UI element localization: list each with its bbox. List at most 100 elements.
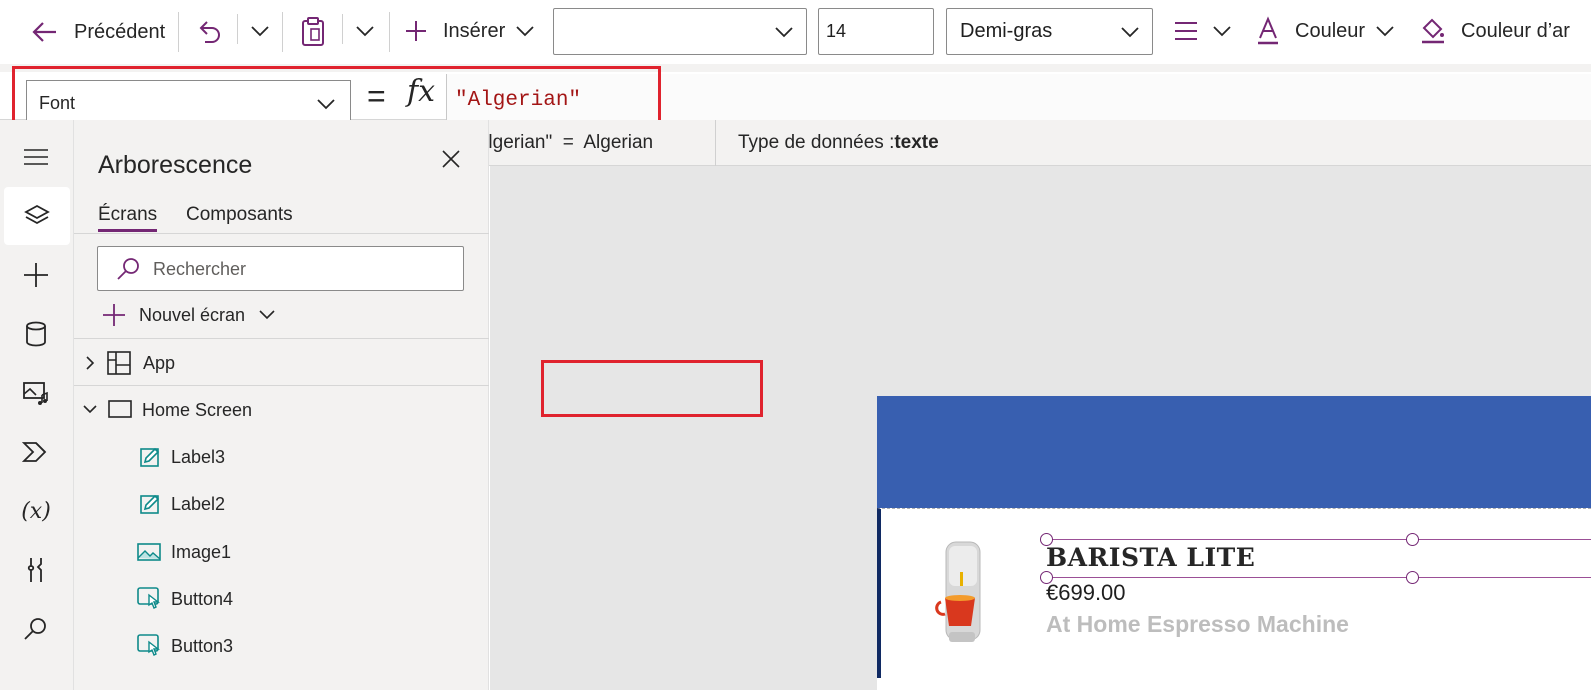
formula-result-bar: "Algerian" = Algerian Type de données :t… <box>446 120 1591 166</box>
insert-button[interactable]: Insérer <box>404 19 535 43</box>
tree-item-button3[interactable]: Button3 <box>74 623 489 669</box>
tree-item-app[interactable]: App <box>74 340 489 386</box>
tree-item-button4[interactable]: Button4 <box>74 576 489 622</box>
tree-item-label: Image1 <box>171 541 232 562</box>
formula-text: "Algerian" <box>455 88 582 112</box>
chevron-right-icon <box>86 356 95 370</box>
align-icon <box>1175 22 1197 40</box>
tools-icon <box>27 558 42 582</box>
label-edit-icon <box>140 447 160 467</box>
hamburger-icon <box>24 149 48 165</box>
undo-dropdown-button[interactable] <box>250 24 270 38</box>
app-screen-preview: BARISTA LITE €699.00 At Home Espresso Ma… <box>877 396 1591 690</box>
new-screen-button[interactable]: Nouvel écran <box>102 303 276 327</box>
toolbar-divider <box>178 12 179 52</box>
resize-handle[interactable] <box>1406 533 1419 546</box>
search-icon <box>117 258 139 280</box>
plus-icon <box>24 263 48 287</box>
toolbar-divider <box>342 14 343 44</box>
font-family-select[interactable] <box>553 8 807 55</box>
clipboard-icon <box>302 17 324 46</box>
media-rail-button[interactable] <box>0 364 72 422</box>
tab-screens[interactable]: Écrans <box>98 204 158 232</box>
tree-divider <box>74 338 489 339</box>
font-weight-value: Demi-gras <box>960 20 1053 42</box>
product-title-label[interactable]: BARISTA LITE <box>1046 543 1255 572</box>
label-edit-icon <box>140 494 160 514</box>
fx-icon[interactable]: fx <box>407 74 435 109</box>
arrow-left-icon <box>32 22 56 42</box>
tab-components[interactable]: Composants <box>186 204 293 226</box>
chevron-down-icon <box>83 405 97 414</box>
tree-item-image1[interactable]: Image1 <box>74 529 489 575</box>
toolbar-divider <box>389 12 390 52</box>
tree-item-label: App <box>143 352 176 373</box>
chevron-down-icon <box>317 99 335 110</box>
font-color-label: Couleur <box>1295 19 1366 42</box>
data-rail-button[interactable] <box>0 305 72 363</box>
layers-icon <box>24 204 50 225</box>
tools-rail-button[interactable] <box>0 541 72 599</box>
selection-frame-bottom <box>1046 577 1591 578</box>
chevron-down-icon <box>1121 27 1139 38</box>
close-icon <box>442 150 460 168</box>
tree-item-home-screen[interactable]: Home Screen <box>74 387 489 433</box>
resize-handle[interactable] <box>1040 571 1053 584</box>
product-price-label[interactable]: €699.00 <box>1046 580 1126 606</box>
app-grid-icon <box>107 351 131 375</box>
selection-frame-top <box>1046 539 1591 540</box>
power-automate-rail-button[interactable] <box>0 423 72 481</box>
variables-rail-button[interactable]: (𝑥) <box>0 482 72 540</box>
tree-item-label: Label2 <box>171 493 226 514</box>
tab-divider <box>74 233 489 234</box>
search-rail-button[interactable] <box>0 600 72 658</box>
chevron-down-icon <box>251 26 269 37</box>
fill-color-button[interactable]: Couleur d’ar <box>1420 16 1591 46</box>
font-size-input[interactable]: 14 <box>818 8 934 55</box>
undo-icon <box>199 21 220 43</box>
formula-input[interactable]: "Algerian" <box>446 74 1591 126</box>
plus-icon <box>406 21 426 41</box>
text-align-button[interactable] <box>1173 20 1232 42</box>
tree-item-label: Button3 <box>171 635 234 656</box>
chevron-down-icon <box>1376 26 1394 37</box>
resize-handle[interactable] <box>1040 533 1053 546</box>
paste-button[interactable] <box>300 16 326 48</box>
font-weight-select[interactable]: Demi-gras <box>946 8 1153 55</box>
formula-bar: Font = fx "Algerian" <box>0 64 1591 127</box>
product-description-label[interactable]: At Home Espresso Machine <box>1046 611 1349 638</box>
fill-color-label: Couleur d’ar <box>1461 19 1570 42</box>
espresso-machine-image[interactable] <box>931 536 993 648</box>
tree-view-button[interactable] <box>4 187 70 245</box>
close-panel-button[interactable] <box>440 148 462 175</box>
search-icon <box>24 618 46 640</box>
font-color-button[interactable]: Couleur <box>1255 16 1395 46</box>
insert-label: Insérer <box>443 19 506 42</box>
chevron-down-icon <box>516 26 534 37</box>
design-canvas[interactable]: BARISTA LITE €699.00 At Home Espresso Ma… <box>490 166 1591 690</box>
tree-search-input[interactable]: Rechercher <box>97 246 464 291</box>
button-icon <box>137 634 161 656</box>
chevron-down-icon <box>259 310 275 320</box>
resize-handle[interactable] <box>1406 571 1419 584</box>
font-size-value: 14 <box>826 21 847 41</box>
property-value: Font <box>39 93 76 113</box>
screen-icon <box>108 400 132 418</box>
new-screen-label: Nouvel écran <box>139 304 246 325</box>
paste-dropdown-button[interactable] <box>355 24 375 38</box>
tree-view-panel: Arborescence Écrans Composants Recherche… <box>74 120 489 690</box>
tree-item-label2[interactable]: Label2 <box>74 481 489 527</box>
hamburger-menu-button[interactable] <box>0 128 72 186</box>
hint-divider <box>715 120 716 166</box>
data-type-info: Type de données :texte <box>738 132 939 154</box>
chevron-down-icon <box>356 26 374 37</box>
equals-sign: = <box>367 78 386 114</box>
tree-item-label3[interactable]: Label3 <box>74 434 489 480</box>
chevron-down-icon <box>775 27 793 38</box>
undo-button[interactable] <box>196 18 222 46</box>
back-button[interactable]: Précédent <box>30 18 165 46</box>
left-nav-rail: (𝑥) <box>0 120 74 690</box>
media-icon <box>23 382 48 405</box>
insert-rail-button[interactable] <box>0 246 72 304</box>
button-icon <box>137 587 161 609</box>
